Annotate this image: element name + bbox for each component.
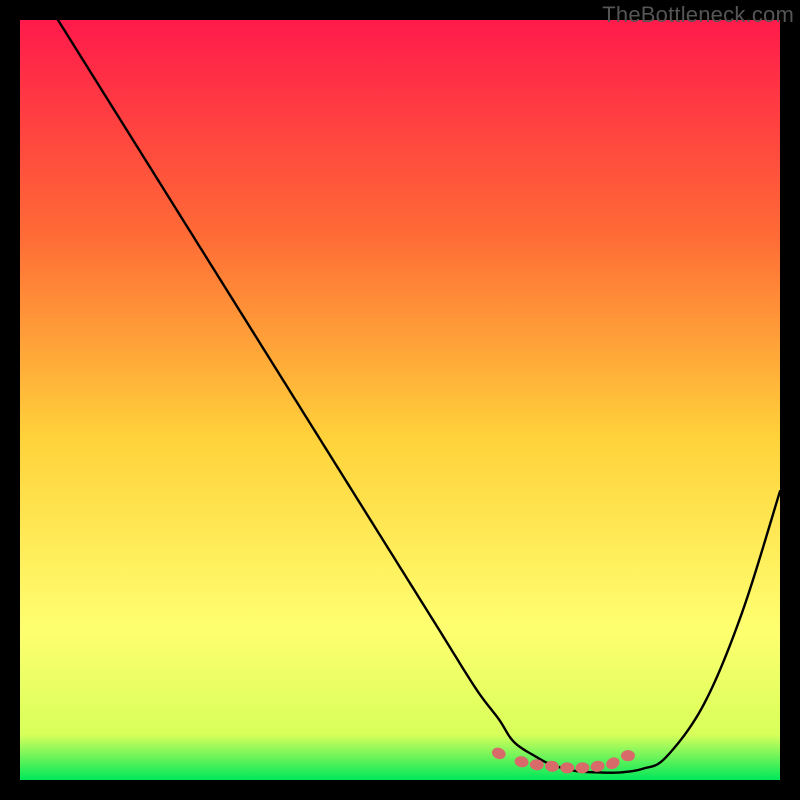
watermark-text: TheBottleneck.com [602, 2, 794, 28]
marker-dot [621, 750, 635, 761]
marker-dot [560, 762, 574, 773]
chart-svg [20, 20, 780, 780]
gradient-background [20, 20, 780, 780]
chart-frame [20, 20, 780, 780]
